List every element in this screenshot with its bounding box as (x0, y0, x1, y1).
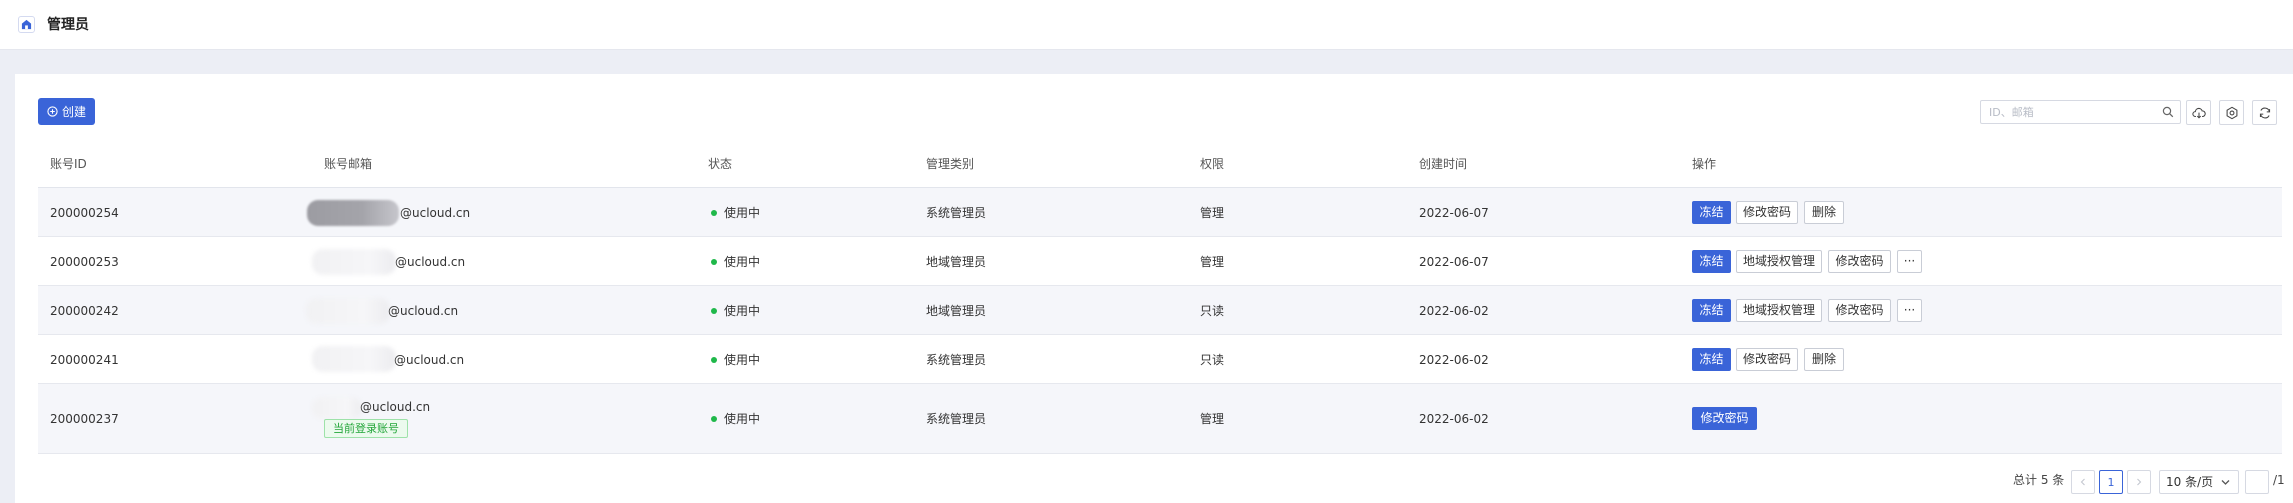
delete-button[interactable]: 删除 (1804, 201, 1844, 224)
row-permission: 只读 (1200, 353, 1225, 367)
status-dot-icon (711, 258, 717, 265)
chevron-right-icon (2137, 478, 2142, 486)
page-size-select[interactable]: 10 条/页 (2159, 470, 2239, 494)
change-password-button[interactable]: 修改密码 (1736, 201, 1798, 224)
redacted-email (312, 249, 396, 275)
redacted-email (307, 200, 399, 226)
row-created: 2022-06-02 (1419, 353, 1489, 367)
freeze-button[interactable]: 冻结 (1692, 250, 1731, 273)
freeze-button[interactable]: 冻结 (1692, 348, 1731, 371)
row-permission: 只读 (1200, 304, 1225, 318)
search-box[interactable] (1980, 100, 2181, 124)
plus-circle-icon (47, 106, 58, 117)
cloud-download-button[interactable] (2186, 100, 2211, 125)
row-permission: 管理 (1200, 206, 1225, 220)
freeze-button[interactable]: 冻结 (1692, 299, 1731, 322)
top-bar: 管理员 (0, 0, 2293, 50)
row-status: 使用中 (711, 254, 760, 270)
row-created: 2022-06-07 (1419, 206, 1489, 220)
row-permission: 管理 (1200, 412, 1225, 426)
column-header-created: 创建时间 (1419, 157, 1468, 171)
status-dot-icon (711, 415, 717, 422)
row-status: 使用中 (711, 205, 760, 221)
current-account-badge: 当前登录账号 (324, 419, 408, 438)
row-id: 200000242 (50, 304, 119, 318)
row-status: 使用中 (711, 411, 760, 427)
row-status: 使用中 (711, 352, 760, 368)
row-email: @ucloud.cn (394, 353, 465, 367)
change-password-button[interactable]: 修改密码 (1828, 250, 1891, 273)
row-email: @ucloud.cn (388, 304, 459, 318)
status-dot-icon (711, 209, 717, 216)
region-auth-button[interactable]: 地域授权管理 (1736, 250, 1822, 273)
row-created: 2022-06-02 (1419, 304, 1489, 318)
column-header-id: 账号ID (50, 157, 87, 171)
row-type: 系统管理员 (926, 206, 987, 220)
column-header-permission: 权限 (1200, 157, 1225, 171)
row-type: 系统管理员 (926, 412, 987, 426)
row-email: @ucloud.cn (395, 255, 466, 269)
region-auth-button[interactable]: 地域授权管理 (1736, 299, 1822, 322)
search-input[interactable] (1989, 104, 2159, 120)
row-email: @ucloud.cn (360, 400, 431, 414)
row-created: 2022-06-02 (1419, 412, 1489, 426)
chevron-down-icon (2221, 480, 2230, 485)
page-jump-input[interactable] (2245, 470, 2269, 494)
search-icon[interactable] (2162, 106, 2174, 118)
next-page-button[interactable] (2127, 470, 2151, 494)
home-icon[interactable] (18, 16, 35, 33)
change-password-button[interactable]: 修改密码 (1692, 407, 1757, 430)
status-dot-icon (711, 356, 717, 363)
row-permission: 管理 (1200, 255, 1225, 269)
refresh-button[interactable] (2252, 100, 2277, 125)
row-email: @ucloud.cn (400, 206, 471, 220)
row-id: 200000241 (50, 353, 119, 367)
cloud-download-icon (2191, 107, 2206, 119)
row-status: 使用中 (711, 303, 760, 319)
redacted-email (312, 346, 396, 372)
settings-icon (2226, 106, 2237, 119)
row-type: 系统管理员 (926, 353, 987, 367)
pagination-total: 总计 5 条 (2013, 473, 2065, 487)
column-header-status: 状态 (708, 157, 733, 171)
create-button-label: 创建 (61, 105, 86, 119)
more-button[interactable]: ··· (1897, 250, 1922, 273)
page-button-1[interactable]: 1 (2099, 470, 2123, 494)
refresh-icon (2259, 107, 2270, 118)
change-password-button[interactable]: 修改密码 (1736, 348, 1798, 371)
column-header-actions: 操作 (1692, 157, 1717, 171)
settings-button[interactable] (2219, 100, 2244, 125)
chevron-left-icon (2080, 478, 2085, 486)
more-button[interactable]: ··· (1897, 299, 1922, 322)
row-id: 200000254 (50, 206, 119, 220)
delete-button[interactable]: 删除 (1804, 348, 1844, 371)
status-dot-icon (711, 307, 717, 314)
row-type: 地域管理员 (926, 304, 987, 318)
redacted-email (312, 397, 362, 419)
row-id: 200000237 (50, 412, 119, 426)
page-title: 管理员 (47, 17, 89, 33)
row-created: 2022-06-07 (1419, 255, 1489, 269)
row-id: 200000253 (50, 255, 119, 269)
freeze-button[interactable]: 冻结 (1692, 201, 1731, 224)
row-type: 地域管理员 (926, 255, 987, 269)
change-password-button[interactable]: 修改密码 (1828, 299, 1891, 322)
redacted-email (306, 298, 390, 324)
page-size-label: 10 条/页 (2166, 475, 2214, 489)
column-header-email: 账号邮箱 (324, 157, 373, 171)
page-total-label: /1 (2273, 473, 2285, 487)
create-button[interactable]: 创建 (38, 98, 95, 125)
column-header-type: 管理类别 (926, 157, 975, 171)
prev-page-button[interactable] (2071, 470, 2095, 494)
